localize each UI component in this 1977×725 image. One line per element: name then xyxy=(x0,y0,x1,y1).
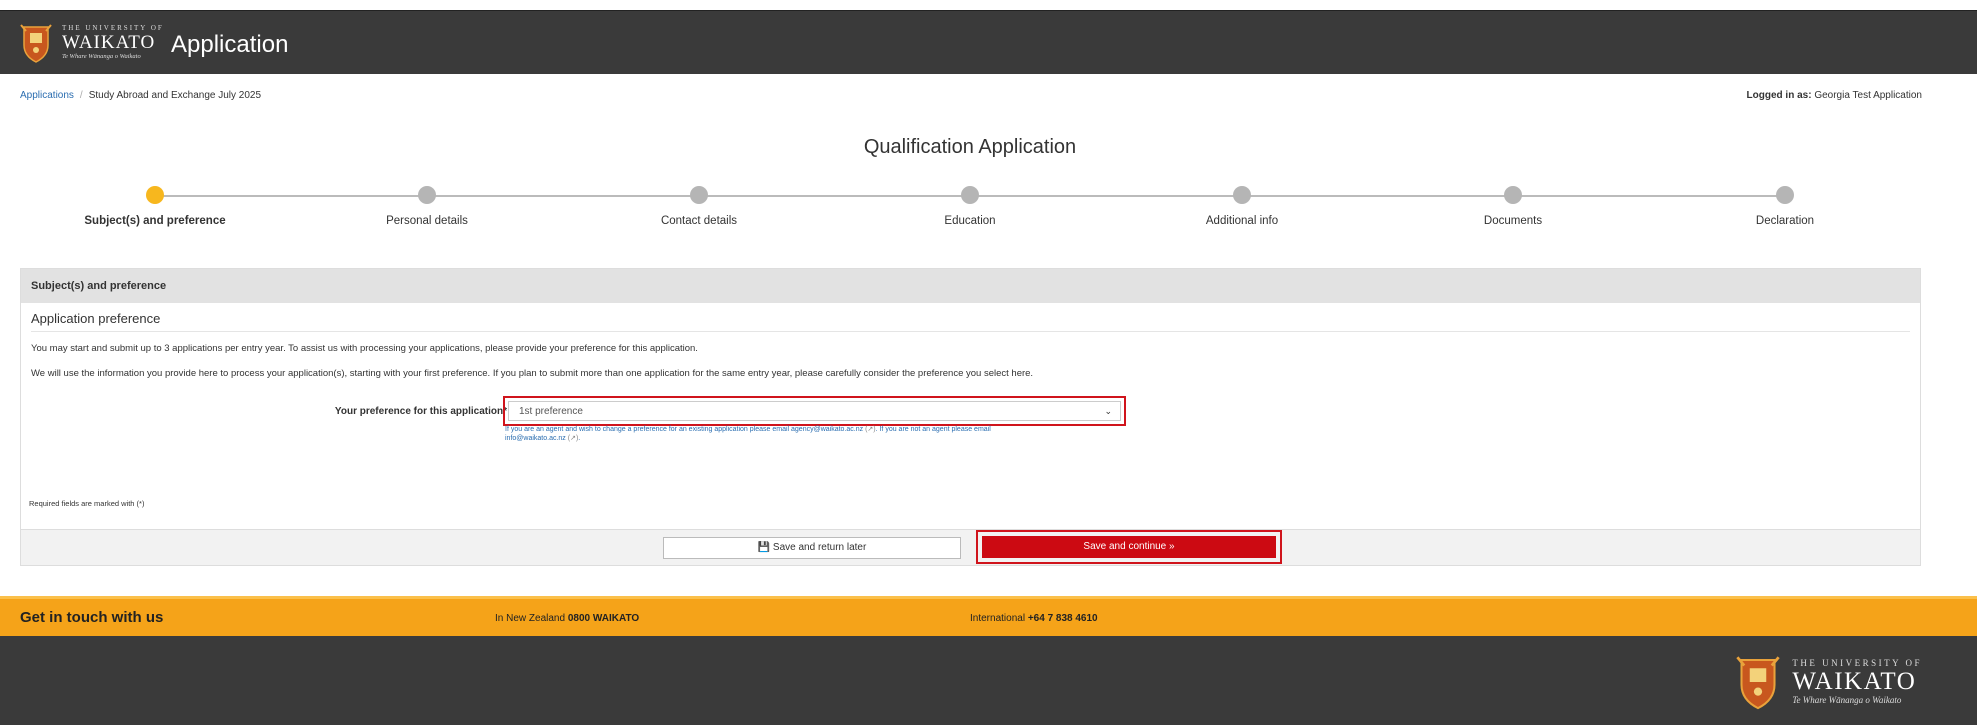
app-title: Application xyxy=(171,31,289,58)
step-label: Education xyxy=(944,215,996,227)
step-personal-details[interactable]: Personal details xyxy=(327,186,527,227)
step-dot xyxy=(1233,186,1251,204)
contact-band: Get in touch with us In New Zealand 0800… xyxy=(0,596,1977,636)
nz-label: In New Zealand xyxy=(495,613,566,624)
step-label: Additional info xyxy=(1205,215,1279,227)
step-dot xyxy=(418,186,436,204)
logo-motto: Te Whare Wānanga o Waikato xyxy=(62,53,141,61)
step-documents[interactable]: Documents xyxy=(1413,186,1613,227)
required-fields-note: Required fields are marked with (*) xyxy=(29,499,145,508)
step-dot-active xyxy=(146,186,164,204)
intro-paragraph: You may start and submit up to 3 applica… xyxy=(31,343,698,354)
step-dot xyxy=(1504,186,1522,204)
save-later-label: Save and return later xyxy=(772,542,867,553)
step-education[interactable]: Education xyxy=(870,186,1070,227)
info-paragraph: We will use the information you provide … xyxy=(31,368,1034,379)
help-text-non-agent: . If you are not an agent please email xyxy=(875,426,991,433)
logged-in-label: Logged in as: xyxy=(1746,90,1812,101)
save-icon: 💾 xyxy=(757,542,771,553)
logged-in-info: Logged in as: Georgia Test Application xyxy=(1747,90,1922,101)
crest-icon xyxy=(1736,654,1781,710)
progress-stepper: Subject(s) and preference Personal detai… xyxy=(0,184,1977,234)
step-subjects[interactable]: Subject(s) and preference xyxy=(55,186,255,227)
step-dot xyxy=(690,186,708,204)
step-dot xyxy=(1776,186,1794,204)
logo-name: WAIKATO xyxy=(62,32,156,54)
continue-highlight: Save and continue » xyxy=(976,530,1282,564)
contact-international: International +64 7 838 4610 xyxy=(970,613,1098,624)
step-label: Contact details xyxy=(660,215,738,227)
footer-logo-name: WAIKATO xyxy=(1792,668,1917,695)
external-link-icon: (↗) xyxy=(865,426,876,433)
preference-help-text: If you are an agent and wish to change a… xyxy=(505,426,991,443)
step-label: Declaration xyxy=(1755,215,1815,227)
contact-nz: In New Zealand 0800 WAIKATO xyxy=(495,613,639,624)
step-label: Personal details xyxy=(386,215,468,227)
international-label: International xyxy=(970,613,1026,624)
panel-actions: 💾 Save and return later Save and continu… xyxy=(21,529,1920,565)
save-and-return-later-button[interactable]: 💾 Save and return later xyxy=(663,537,961,559)
step-contact-details[interactable]: Contact details xyxy=(599,186,799,227)
step-label: Documents xyxy=(1483,215,1543,227)
preference-selected-value: 1st preference xyxy=(519,406,583,417)
breadcrumb: Applications / Study Abroad and Exchange J… xyxy=(20,90,262,101)
help-email-link[interactable]: info@waikato.ac.nz xyxy=(505,435,566,442)
step-additional-info[interactable]: Additional info xyxy=(1142,186,1342,227)
help-text-agent[interactable]: If you are an agent and wish to change a… xyxy=(505,426,863,433)
preference-label: Your preference for this application* xyxy=(334,406,507,417)
nz-phone-link[interactable]: 0800 WAIKATO xyxy=(568,613,639,624)
panel-heading: Subject(s) and preference xyxy=(21,269,1920,303)
footer-logo-motto: Te Whare Wānanga o Waikato xyxy=(1792,695,1902,705)
international-phone-link[interactable]: +64 7 838 4610 xyxy=(1028,613,1098,624)
breadcrumb-current: Study Abroad and Exchange July 2025 xyxy=(88,90,262,101)
preference-highlight: 1st preference ⌄ xyxy=(503,396,1126,426)
external-link-icon: (↗) xyxy=(567,435,579,443)
footer-logo[interactable]: THE UNIVERSITY OF WAIKATO Te Whare Wānan… xyxy=(1736,654,1922,710)
chevron-down-icon: ⌄ xyxy=(1104,406,1112,416)
logged-in-user: Georgia Test Application xyxy=(1814,90,1922,101)
site-header: THE UNIVERSITY OF WAIKATO Te Whare Wānan… xyxy=(0,10,1977,74)
logo-small-text: THE UNIVERSITY OF xyxy=(62,24,164,33)
save-and-continue-button[interactable]: Save and continue » xyxy=(982,536,1276,558)
section-subheading: Application preference xyxy=(31,311,1910,332)
preference-select[interactable]: 1st preference ⌄ xyxy=(508,401,1121,421)
university-logo[interactable]: THE UNIVERSITY OF WAIKATO Te Whare Wānan… xyxy=(20,21,164,65)
footer-logo-small-text: THE UNIVERSITY OF xyxy=(1792,658,1922,668)
preference-panel: Subject(s) and preference Application pr… xyxy=(20,268,1921,566)
step-dot xyxy=(961,186,979,204)
crest-icon xyxy=(20,23,52,63)
step-declaration[interactable]: Declaration xyxy=(1685,186,1885,227)
site-footer: THE UNIVERSITY OF WAIKATO Te Whare Wānan… xyxy=(0,636,1977,725)
step-label: Subject(s) and preference xyxy=(84,215,226,227)
contact-title: Get in touch with us xyxy=(20,609,164,626)
page-title: Qualification Application xyxy=(863,136,1077,158)
breadcrumb-applications-link[interactable]: Applications xyxy=(20,90,74,101)
